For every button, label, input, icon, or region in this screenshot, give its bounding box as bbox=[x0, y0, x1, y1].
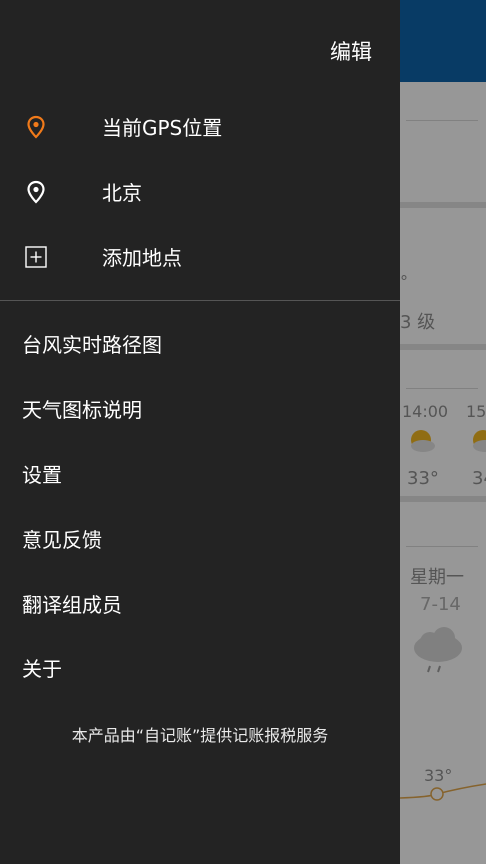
menu-item-weather-icon-guide[interactable]: 天气图标说明 bbox=[0, 377, 400, 441]
menu-item-label: 翻译组成员 bbox=[22, 593, 122, 617]
menu-item-label: 天气图标说明 bbox=[22, 398, 142, 422]
navigation-drawer: 编辑 当前GPS位置 北京 添加地点 台风实时路径图 天气图标说明 设置 意见反… bbox=[0, 0, 400, 864]
menu-item-about[interactable]: 关于 bbox=[0, 636, 400, 700]
location-label: 北京 bbox=[102, 181, 142, 205]
menu-item-label: 关于 bbox=[22, 657, 62, 681]
location-item-gps[interactable]: 当前GPS位置 bbox=[0, 95, 400, 159]
menu-item-typhoon-map[interactable]: 台风实时路径图 bbox=[0, 312, 400, 376]
location-pin-icon bbox=[27, 115, 45, 139]
menu-item-settings[interactable]: 设置 bbox=[0, 442, 400, 506]
add-location-item[interactable]: 添加地点 bbox=[0, 225, 400, 289]
menu-item-translators[interactable]: 翻译组成员 bbox=[0, 572, 400, 636]
sponsor-note[interactable]: 本产品由“自记账”提供记账报税服务 bbox=[0, 722, 400, 746]
drawer-divider bbox=[0, 300, 400, 301]
menu-item-label: 台风实时路径图 bbox=[22, 333, 162, 357]
menu-item-label: 意见反馈 bbox=[22, 528, 102, 552]
location-item-beijing[interactable]: 北京 bbox=[0, 160, 400, 224]
location-label: 当前GPS位置 bbox=[102, 116, 223, 140]
edit-button[interactable]: 编辑 bbox=[330, 36, 372, 66]
menu-item-feedback[interactable]: 意见反馈 bbox=[0, 507, 400, 571]
location-pin-icon bbox=[27, 180, 45, 204]
menu-item-label: 设置 bbox=[22, 463, 62, 487]
add-location-label: 添加地点 bbox=[102, 246, 182, 270]
plus-box-icon bbox=[25, 246, 47, 268]
